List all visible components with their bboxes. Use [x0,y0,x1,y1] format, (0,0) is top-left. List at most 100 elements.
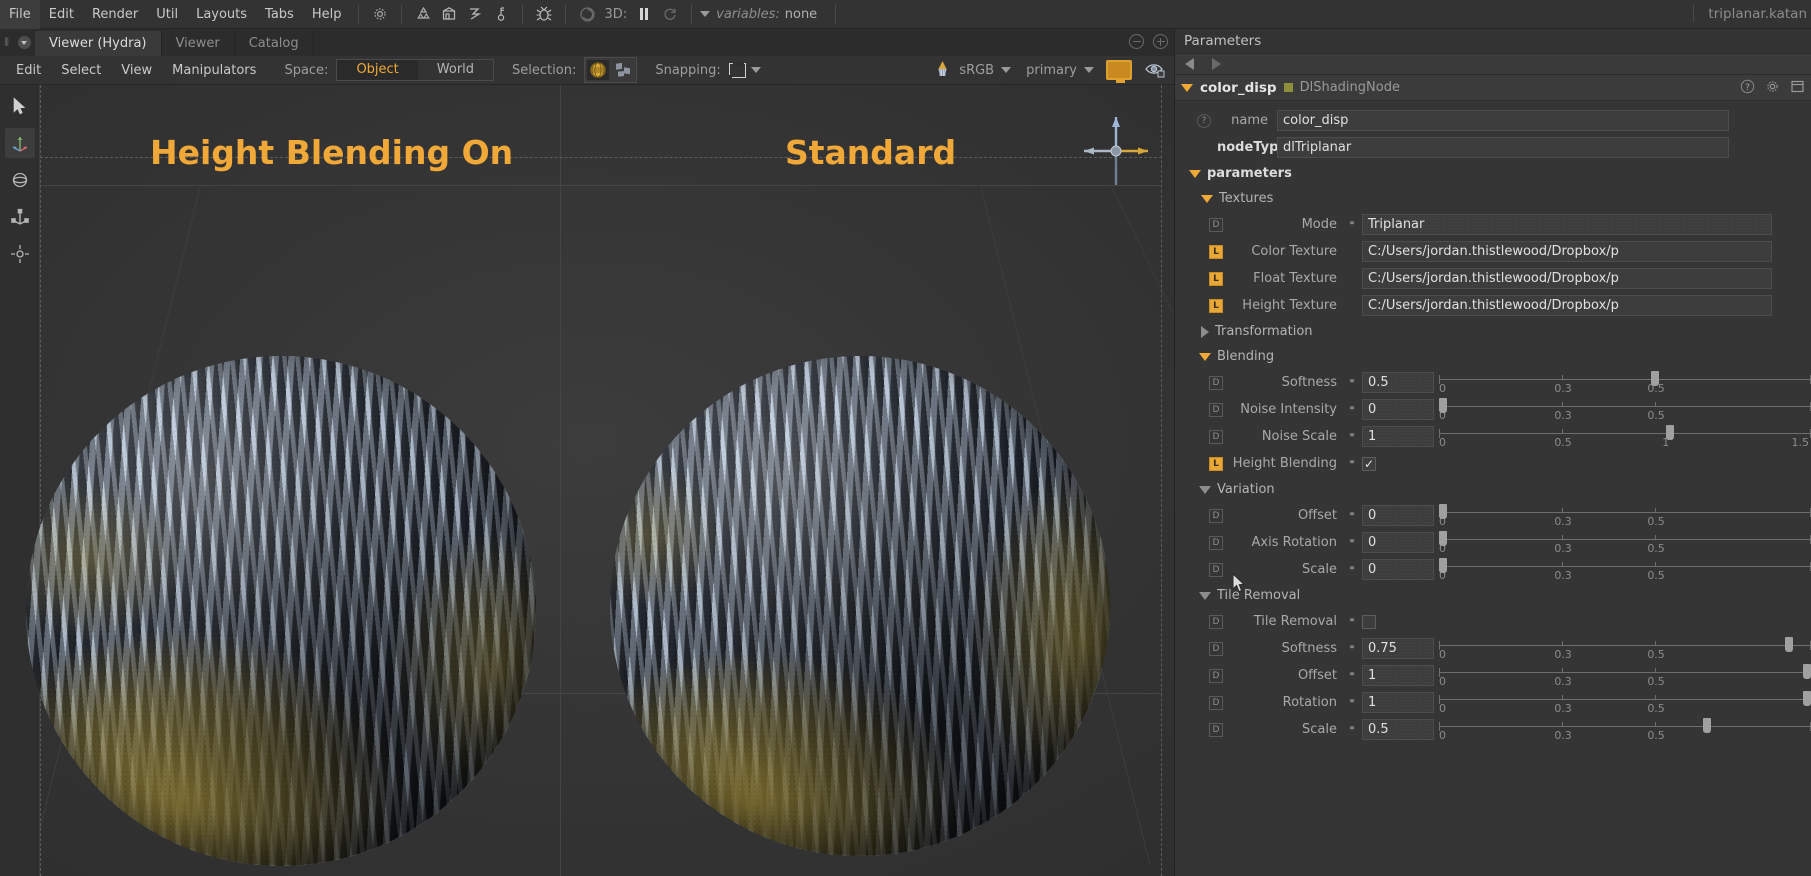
slider-handle[interactable] [1439,504,1447,519]
tab-viewer[interactable]: Viewer [162,31,235,56]
translate-icon[interactable] [4,128,35,158]
menu-util[interactable]: Util [147,0,187,29]
chevron-down-icon[interactable] [1199,485,1211,494]
group-textures[interactable]: Textures [1175,186,1811,211]
menu-help[interactable]: Help [303,0,351,29]
group-transformation[interactable]: Transformation [1175,319,1811,344]
recycle-icon[interactable] [410,1,436,27]
chevron-down-icon[interactable] [1001,67,1012,73]
default-flag-icon[interactable]: D [1209,641,1223,656]
default-flag-icon[interactable]: D [1209,614,1223,629]
variation-scale-input[interactable]: 0 [1362,559,1434,580]
keyframe-icon[interactable]: ⚭ [1346,459,1358,468]
keyframe-icon[interactable]: ⚭ [1346,565,1358,574]
float-texture-input[interactable]: C:/Users/jordan.thistlewood/Dropbox/p [1362,268,1772,289]
space-option-object[interactable]: Object [337,60,418,80]
tile-softness-slider[interactable]: 0 0.3 0.5 [1439,635,1811,662]
snapping-dropdown[interactable] [727,61,761,79]
local-flag-icon[interactable]: L [1209,298,1223,313]
default-flag-icon[interactable]: D [1209,668,1223,683]
height-texture-input[interactable]: C:/Users/jordan.thistlewood/Dropbox/p [1362,295,1772,316]
chevron-down-icon[interactable] [1189,169,1201,178]
blending-softness-slider[interactable]: 0 0.3 0.5 [1439,369,1811,396]
sphere-height-blending[interactable] [26,356,536,866]
keyframe-icon[interactable]: ⚭ [1346,538,1358,547]
slider-handle[interactable] [1803,664,1811,679]
flush-icon[interactable] [462,1,488,27]
eye-icon[interactable] [1144,60,1166,81]
menu-render[interactable]: Render [83,0,147,29]
tile-scale-input[interactable]: 0.5 [1362,719,1434,740]
group-parameters[interactable]: parameters [1175,161,1811,186]
default-flag-icon[interactable]: D [1209,217,1223,232]
keyframe-icon[interactable]: ⚭ [1346,617,1358,626]
select-arrow-icon[interactable] [5,91,35,121]
group-blending[interactable]: Blending [1175,344,1811,369]
slider-handle[interactable] [1439,398,1447,413]
close-icon[interactable] [1153,34,1168,49]
colorspace-value[interactable]: sRGB [956,63,997,78]
gear-icon[interactable] [367,1,393,27]
tile-removal-checkbox[interactable] [1362,614,1376,629]
viewer-menu-manipulators[interactable]: Manipulators [162,63,266,78]
default-flag-icon[interactable]: D [1209,695,1223,710]
axis-rotation-input[interactable]: 0 [1362,532,1434,553]
viewer-menu-select[interactable]: Select [51,63,111,78]
render-farm-icon[interactable] [436,1,462,27]
chevron-down-icon[interactable] [1084,67,1094,73]
thermometer-icon[interactable] [488,1,514,27]
local-flag-icon[interactable]: L [1209,271,1223,286]
nav-forward-arrow[interactable] [1212,58,1221,70]
node-header[interactable]: color_disp DlShadingNode ? [1175,75,1811,101]
keyframe-icon[interactable]: ⚭ [1346,644,1358,653]
noise-intensity-input[interactable]: 0 [1362,399,1434,420]
noise-scale-input[interactable]: 1 [1362,426,1434,447]
blending-softness-input[interactable]: 0.5 [1362,372,1434,393]
space-option-world[interactable]: World [418,60,493,80]
chevron-down-icon[interactable] [1201,194,1213,203]
default-flag-icon[interactable]: D [1209,402,1223,417]
keyframe-icon[interactable]: ⚭ [1346,725,1358,734]
tab-viewer-hydra[interactable]: Viewer (Hydra) [35,31,162,56]
rotate-icon[interactable] [5,165,35,195]
slider-handle[interactable] [1439,558,1447,573]
height-blending-checkbox[interactable]: ✓ [1362,456,1376,471]
keyframe-icon[interactable]: ⚭ [1346,698,1358,707]
menu-layouts[interactable]: Layouts [187,0,256,29]
keyframe-icon[interactable]: ⚭ [1346,220,1358,229]
pin-icon[interactable] [1790,79,1805,97]
bug-icon[interactable] [531,1,557,27]
tile-offset-slider[interactable]: 0 0.3 0.5 [1439,662,1811,689]
keyframe-icon[interactable]: ⚭ [1346,511,1358,520]
slider-handle[interactable] [1703,718,1712,733]
faces-icon[interactable] [612,60,634,80]
default-flag-icon[interactable]: D [1209,722,1223,737]
default-flag-icon[interactable]: D [1209,508,1223,523]
chevron-down-icon[interactable] [1199,591,1211,600]
variation-offset-slider[interactable]: 0 0.3 0.5 [1439,502,1811,529]
menu-edit[interactable]: Edit [40,0,83,29]
local-flag-icon[interactable]: L [1209,244,1223,259]
tile-rotation-input[interactable]: 1 [1362,692,1434,713]
nav-back-arrow[interactable] [1185,58,1194,70]
float-panel-icon[interactable] [1129,34,1144,49]
keyframe-icon[interactable]: ⚭ [1346,432,1358,441]
variation-offset-input[interactable]: 0 [1362,505,1434,526]
monitor-icon[interactable] [1106,60,1132,83]
pause-icon[interactable] [631,1,657,27]
default-flag-icon[interactable]: D [1209,562,1223,577]
variation-scale-slider[interactable]: 0 0.3 0.5 [1439,556,1811,583]
default-flag-icon[interactable]: D [1209,535,1223,550]
menu-tabs[interactable]: Tabs [256,0,303,29]
help-icon[interactable]: ? [1740,79,1755,97]
slider-handle[interactable] [1665,425,1674,440]
slider-handle[interactable] [1803,691,1811,706]
axis-gnomon[interactable] [1076,111,1156,191]
chevron-right-icon[interactable] [1201,325,1209,338]
mode-input[interactable]: Triplanar [1362,214,1772,235]
tile-scale-slider[interactable]: 0 0.3 0.5 [1439,716,1811,743]
sphere-standard[interactable] [610,356,1110,856]
help-flag-icon[interactable]: ? [1197,113,1211,128]
chevron-down-icon[interactable] [1199,352,1211,361]
keyframe-icon[interactable]: ⚭ [1346,378,1358,387]
